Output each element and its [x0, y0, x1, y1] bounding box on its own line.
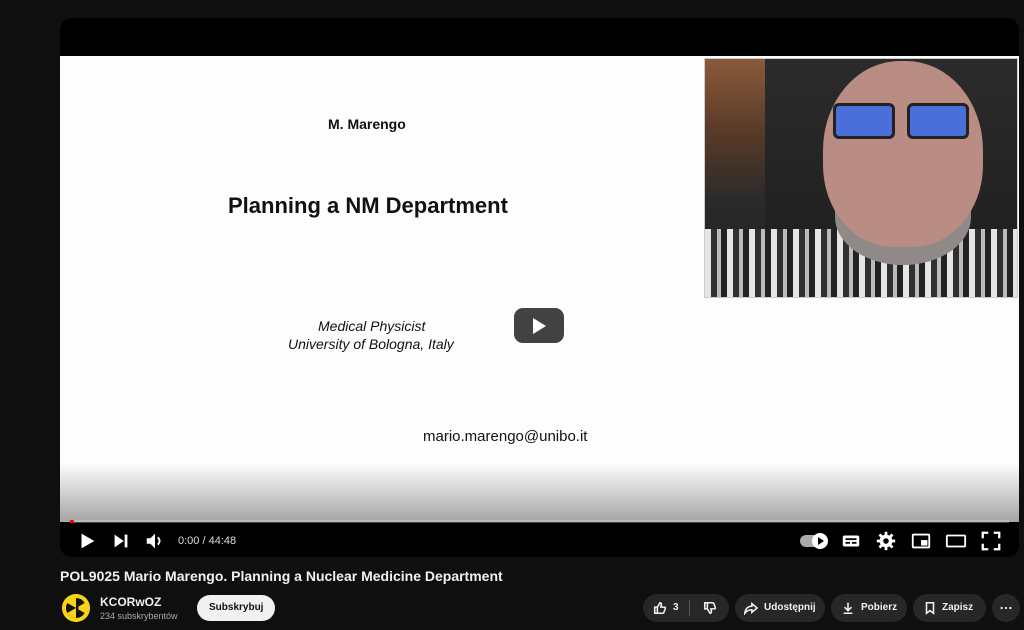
channel-row: KCORwOZ 234 subskrybentów Subskrybuj 3 U… [60, 592, 1024, 628]
more-icon [1000, 606, 1012, 610]
slide-author: M. Marengo [328, 116, 406, 132]
fullscreen-button[interactable] [980, 530, 1002, 552]
thumb-down-icon [703, 601, 717, 615]
download-button[interactable]: Pobierz [831, 594, 907, 622]
more-actions-button[interactable] [992, 594, 1020, 622]
play-button[interactable] [76, 530, 98, 552]
share-icon [744, 601, 758, 615]
subscriber-count: 234 subskrybentów [100, 611, 178, 621]
autoplay-knob [812, 533, 828, 549]
slide-email: mario.marengo@unibo.it [423, 428, 588, 445]
like-dislike-group: 3 [643, 594, 729, 622]
controls-gradient [60, 463, 1019, 522]
video-title: POL9025 Mario Marengo. Planning a Nuclea… [60, 568, 503, 584]
save-button[interactable]: Zapisz [913, 594, 986, 622]
save-label: Zapisz [942, 602, 974, 613]
miniplayer-button[interactable] [910, 530, 932, 552]
download-icon [843, 602, 853, 615]
glasses-left-lens [833, 103, 895, 139]
video-player[interactable]: M. Marengo Planning a NM Department Medi… [60, 18, 1019, 557]
webcam-overlay [704, 58, 1018, 298]
subtitles-icon [842, 535, 860, 547]
subscribe-button[interactable]: Subskrybuj [197, 595, 276, 621]
speaker-head [823, 61, 983, 247]
slide-role: Medical Physicist [318, 318, 426, 334]
slide-affiliation: University of Bologna, Italy [288, 336, 454, 352]
fullscreen-icon [981, 531, 1001, 551]
share-button[interactable]: Udostępnij [735, 594, 825, 622]
play-icon [533, 318, 546, 334]
gear-icon [876, 531, 896, 551]
bookmark-icon [925, 601, 935, 615]
player-controls: 0:00 / 44:48 [60, 526, 1019, 556]
radiation-icon [62, 594, 90, 622]
thumb-up-icon [653, 601, 667, 615]
download-label: Pobierz [861, 602, 898, 613]
time-display: 0:00 / 44:48 [178, 535, 237, 547]
progress-bar[interactable] [70, 520, 1009, 523]
slide-title: Planning a NM Department [228, 193, 508, 218]
volume-button[interactable] [144, 530, 166, 552]
like-count: 3 [673, 602, 679, 613]
dislike-button[interactable] [695, 594, 729, 622]
share-label: Udostępnij [764, 602, 816, 613]
next-button[interactable] [110, 530, 132, 552]
settings-button[interactable] [875, 530, 897, 552]
large-play-button[interactable] [514, 308, 564, 343]
channel-avatar[interactable] [62, 594, 90, 622]
video-frame[interactable]: M. Marengo Planning a NM Department Medi… [60, 56, 1019, 522]
glasses-right-lens [907, 103, 969, 139]
volume-icon [146, 533, 161, 549]
like-divider [689, 600, 690, 616]
play-icon [81, 533, 95, 549]
theater-icon [945, 534, 967, 548]
skip-next-icon [114, 534, 128, 548]
channel-name[interactable]: KCORwOZ [100, 595, 161, 609]
progress-fill [70, 520, 74, 523]
miniplayer-icon [911, 533, 931, 549]
theater-mode-button[interactable] [945, 530, 967, 552]
like-button[interactable]: 3 [643, 594, 695, 622]
subtitles-button[interactable] [840, 530, 862, 552]
autoplay-toggle[interactable] [800, 533, 828, 549]
